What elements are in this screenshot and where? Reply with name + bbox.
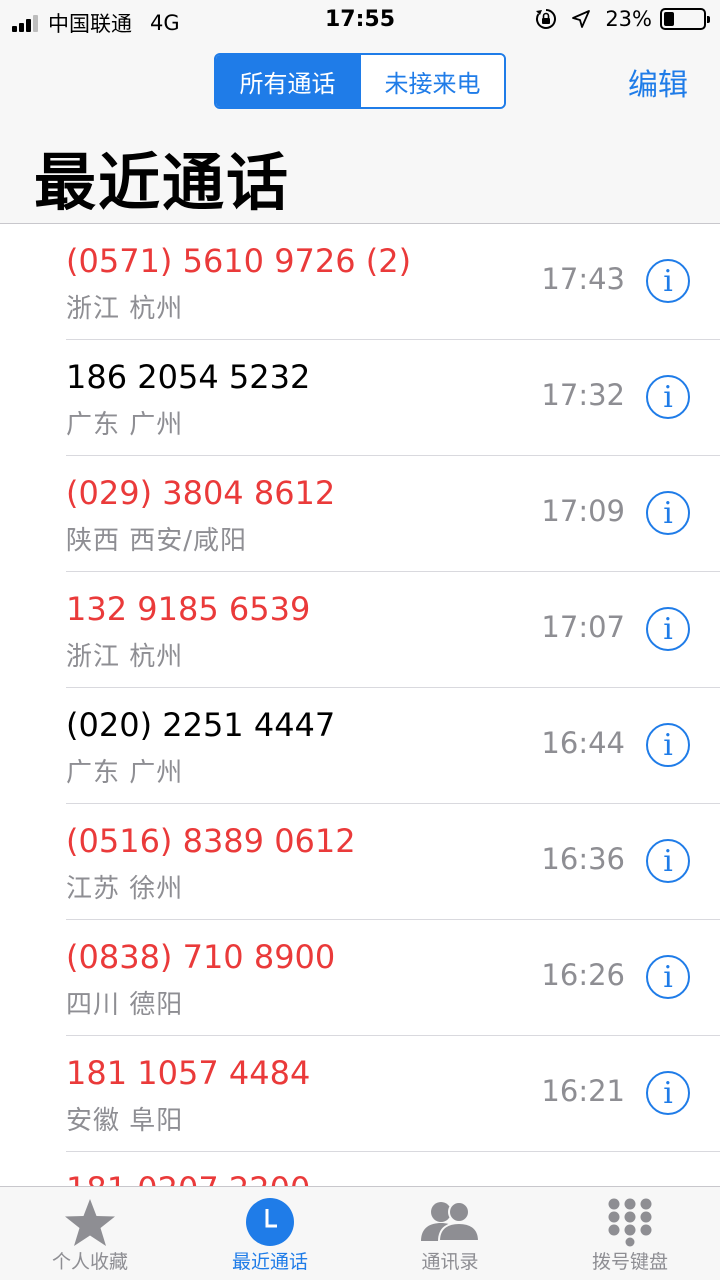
- info-icon[interactable]: i: [646, 955, 690, 999]
- info-icon[interactable]: i: [646, 723, 690, 767]
- info-icon[interactable]: i: [646, 491, 690, 535]
- call-location: 陕西 西安/咸阳: [66, 526, 248, 556]
- call-row[interactable]: 132 9185 6539 浙江 杭州 17:07 i: [0, 572, 720, 688]
- info-icon[interactable]: i: [646, 839, 690, 883]
- call-row[interactable]: 181 1057 4484 安徽 阜阳 16:21 i: [0, 1036, 720, 1152]
- tab-favorites[interactable]: 个人收藏: [0, 1187, 180, 1280]
- tab-keypad[interactable]: 拨号键盘: [540, 1187, 720, 1280]
- call-row[interactable]: (0838) 710 8900 四川 德阳 16:26 i: [0, 920, 720, 1036]
- info-icon[interactable]: i: [646, 607, 690, 651]
- tab-label: 最近通话: [231, 1251, 308, 1273]
- call-time: 16:36: [541, 842, 625, 876]
- status-right: 23%: [535, 7, 710, 31]
- call-time: 16:26: [541, 958, 625, 992]
- tab-recents[interactable]: 最近通话: [180, 1187, 360, 1280]
- navigation-header: 所有通话 未接来电 编辑 最近通话: [0, 40, 720, 224]
- call-filter-segmented-control: 所有通话 未接来电: [214, 53, 506, 109]
- segment-missed-calls[interactable]: 未接来电: [359, 55, 504, 107]
- rotation-lock-icon: [536, 9, 557, 29]
- call-location: 安徽 阜阳: [66, 1106, 184, 1136]
- call-time: 17:43: [541, 262, 625, 296]
- call-number: (029) 3804 8612: [66, 474, 336, 512]
- call-location: 浙江 杭州: [66, 294, 184, 324]
- call-location: 四川 德阳: [66, 990, 184, 1020]
- info-icon[interactable]: i: [646, 375, 690, 419]
- call-row[interactable]: (0516) 8389 0612 江苏 徐州 16:36 i: [0, 804, 720, 920]
- call-number: 181 1057 4484: [66, 1054, 311, 1092]
- call-number: (0571) 5610 9726 (2): [66, 242, 412, 280]
- status-bar: 中国联通 4G 17:55 23%: [0, 0, 720, 40]
- call-row[interactable]: (029) 3804 8612 陕西 西安/咸阳 17:09 i: [0, 456, 720, 572]
- call-row[interactable]: (0571) 5610 9726 (2) 浙江 杭州 17:43 i: [0, 224, 720, 340]
- call-location: 广东 广州: [66, 758, 184, 788]
- call-number: (020) 2251 4447: [66, 706, 336, 744]
- call-time: 17:09: [541, 494, 625, 528]
- call-number: 181 0207 2200: [66, 1170, 310, 1186]
- tab-label: 拨号键盘: [591, 1251, 668, 1273]
- call-number: 132 9185 6539: [66, 590, 311, 628]
- info-icon[interactable]: i: [646, 259, 690, 303]
- call-time: 17:07: [541, 610, 625, 644]
- tab-label: 个人收藏: [51, 1251, 128, 1273]
- page-title: 最近通话: [34, 146, 291, 219]
- call-row[interactable]: 186 2054 5232 广东 广州 17:32 i: [0, 340, 720, 456]
- call-row[interactable]: (020) 2251 4447 广东 广州 16:44 i: [0, 688, 720, 804]
- call-location: 江苏 徐州: [66, 874, 184, 904]
- tab-label: 通讯录: [421, 1251, 479, 1273]
- battery-percent: 23%: [605, 7, 652, 31]
- call-time: 17:32: [541, 378, 625, 412]
- recent-calls-list: (0571) 5610 9726 (2) 浙江 杭州 17:43 i 186 2…: [0, 224, 720, 1186]
- call-time: 16:21: [541, 1074, 625, 1108]
- contacts-icon: [421, 1201, 481, 1242]
- call-row[interactable]: 181 0207 2200: [0, 1152, 720, 1186]
- call-location: 广东 广州: [66, 410, 184, 440]
- call-number: (0838) 710 8900: [66, 938, 336, 976]
- call-number: 186 2054 5232: [66, 358, 311, 396]
- battery-icon: [660, 8, 710, 30]
- tab-contacts[interactable]: 通讯录: [360, 1187, 540, 1280]
- edit-button[interactable]: 编辑: [628, 60, 688, 104]
- tab-bar: 个人收藏 最近通话 通讯录 拨号键盘: [0, 1186, 720, 1280]
- segment-all-calls[interactable]: 所有通话: [216, 55, 359, 107]
- call-location: 浙江 杭州: [66, 642, 184, 672]
- location-arrow-icon: [572, 10, 591, 28]
- clock-icon: [246, 1198, 294, 1246]
- call-time: 16:44: [541, 726, 625, 760]
- keypad-icon: [608, 1198, 652, 1247]
- call-number: (0516) 8389 0612: [66, 822, 356, 860]
- star-icon: [65, 1199, 115, 1246]
- info-icon[interactable]: i: [646, 1071, 690, 1115]
